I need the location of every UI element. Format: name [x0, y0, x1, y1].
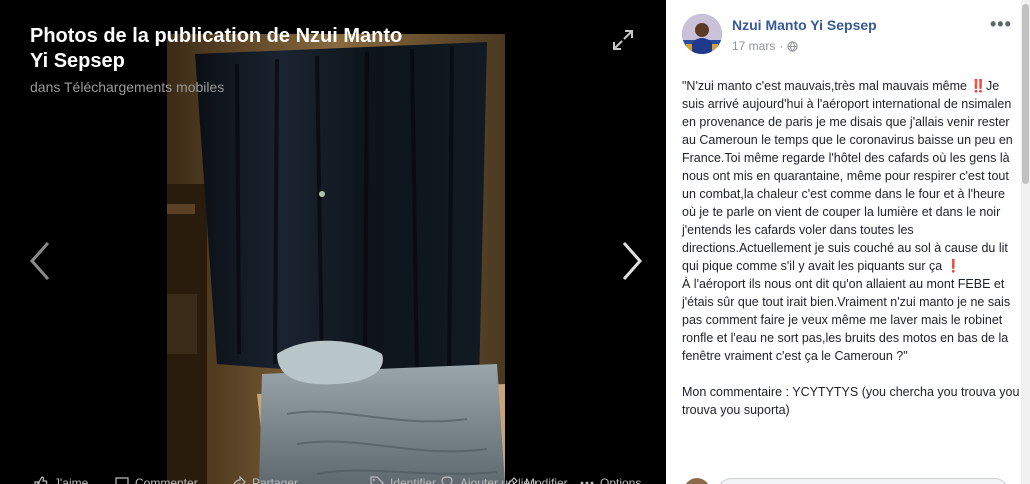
tag-label: Identifier — [390, 476, 437, 484]
share-button[interactable]: Partager — [232, 476, 298, 484]
edit-icon — [507, 477, 518, 484]
author-name-link[interactable]: Nzui Manto Yi Sepsep — [732, 17, 877, 33]
post-date-link[interactable]: 17 mars — [732, 39, 775, 53]
globe-icon[interactable] — [787, 40, 798, 52]
edit-button[interactable]: Modifier — [505, 476, 568, 484]
post-paragraph: "N'zui manto c'est mauvais,très mal mauv… — [682, 79, 1013, 273]
bedroom-photo-image — [167, 34, 505, 484]
tag-button[interactable]: Identifier — [370, 476, 436, 484]
scrollbar-thumb[interactable] — [1022, 4, 1029, 184]
comment-input[interactable] — [718, 478, 1008, 484]
comment-icon — [115, 477, 129, 484]
post-paragraph: Mon commentaire : YCYTYTYS (you chercha … — [682, 385, 1020, 417]
viewer-title: Photos de la publication de Nzui Manto Y… — [30, 25, 403, 72]
viewer-avatar — [684, 478, 710, 484]
album-link[interactable]: dans Téléchargements mobiles — [30, 79, 224, 95]
previous-photo-arrow-icon[interactable] — [28, 240, 52, 282]
share-label: Partager — [252, 476, 299, 484]
author-avatar[interactable] — [682, 14, 722, 54]
options-label: Options — [600, 476, 642, 484]
next-photo-arrow-icon[interactable] — [620, 240, 644, 282]
expand-icon[interactable] — [612, 29, 634, 51]
like-icon — [34, 476, 48, 484]
tag-icon — [370, 476, 384, 484]
post-panel: Nzui Manto Yi Sepsep 17 mars · ••• "N'zu… — [666, 0, 1030, 484]
more-options-icon[interactable]: ••• — [990, 14, 1012, 35]
meta-separator: · — [779, 39, 784, 53]
comment-label: Commenter — [135, 476, 198, 484]
comment-button[interactable]: Commenter — [115, 476, 198, 484]
post-body: "N'zui manto c'est mauvais,très mal mauv… — [682, 77, 1020, 419]
post-meta: 17 mars · — [732, 39, 798, 53]
photo[interactable] — [167, 34, 505, 484]
like-label: J'aime — [54, 476, 89, 484]
comment-composer — [682, 476, 1012, 484]
author-avatar-image — [682, 14, 722, 54]
post-paragraph: À l'aéroport ils nous ont dit qu'on alla… — [682, 277, 1011, 363]
like-button[interactable]: J'aime — [34, 476, 88, 484]
edit-label: Modifier — [525, 476, 568, 484]
share-icon — [233, 476, 246, 484]
panel-scrollbar[interactable] — [1021, 0, 1030, 484]
photo-viewer: Photos de la publication de Nzui Manto Y… — [0, 0, 666, 484]
options-icon — [580, 481, 594, 484]
location-icon — [441, 476, 453, 484]
options-button[interactable]: Options — [580, 476, 641, 484]
photo-action-bar: J'aime Commenter Partager Identifier Ajo… — [0, 472, 666, 484]
